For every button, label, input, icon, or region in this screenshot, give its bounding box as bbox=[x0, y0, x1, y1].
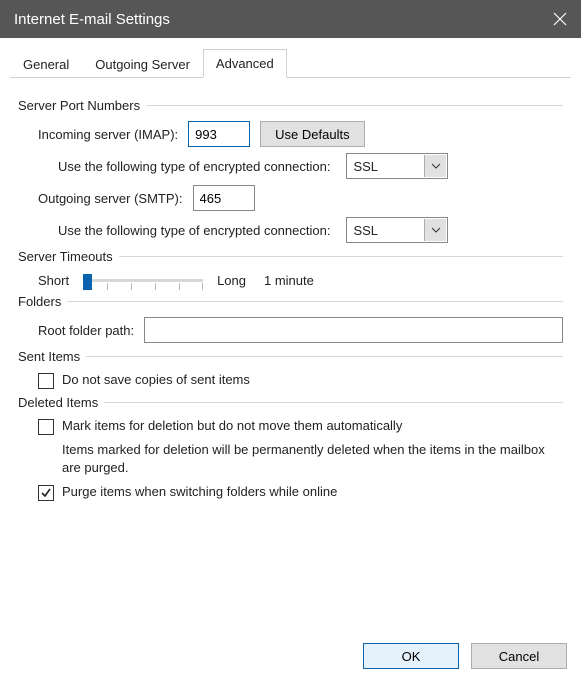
group-deleted-items: Deleted Items bbox=[18, 395, 563, 410]
group-label-text: Server Port Numbers bbox=[18, 98, 140, 113]
chevron-down-icon bbox=[424, 155, 446, 177]
tab-general[interactable]: General bbox=[10, 50, 82, 78]
tabstrip: General Outgoing Server Advanced bbox=[10, 48, 571, 78]
use-defaults-button[interactable]: Use Defaults bbox=[260, 121, 364, 147]
timeout-short-label: Short bbox=[38, 273, 69, 288]
outgoing-port-input[interactable] bbox=[193, 185, 255, 211]
timeout-long-label: Long bbox=[217, 273, 246, 288]
purge-checkbox[interactable] bbox=[38, 485, 54, 501]
timeout-slider[interactable] bbox=[83, 272, 203, 288]
tab-advanced[interactable]: Advanced bbox=[203, 49, 287, 78]
incoming-server-label: Incoming server (IMAP): bbox=[38, 127, 178, 142]
mark-for-deletion-checkbox[interactable] bbox=[38, 419, 54, 435]
group-server-timeouts: Server Timeouts bbox=[18, 249, 563, 264]
chevron-down-icon bbox=[424, 219, 446, 241]
outgoing-encryption-select[interactable]: SSL bbox=[346, 217, 448, 243]
incoming-encryption-value: SSL bbox=[353, 159, 378, 174]
root-folder-input[interactable] bbox=[144, 317, 563, 343]
incoming-encryption-label: Use the following type of encrypted conn… bbox=[58, 159, 330, 174]
purge-label: Purge items when switching folders while… bbox=[62, 484, 337, 499]
mark-for-deletion-label: Mark items for deletion but do not move … bbox=[62, 418, 402, 433]
outgoing-server-label: Outgoing server (SMTP): bbox=[38, 191, 183, 206]
group-sent-items: Sent Items bbox=[18, 349, 563, 364]
outgoing-encryption-value: SSL bbox=[353, 223, 378, 238]
do-not-save-label: Do not save copies of sent items bbox=[62, 372, 250, 387]
incoming-port-input[interactable] bbox=[188, 121, 250, 147]
group-server-port-numbers: Server Port Numbers bbox=[18, 98, 563, 113]
close-icon[interactable] bbox=[553, 12, 567, 26]
incoming-encryption-select[interactable]: SSL bbox=[346, 153, 448, 179]
group-label-text: Server Timeouts bbox=[18, 249, 113, 264]
group-label-text: Sent Items bbox=[18, 349, 80, 364]
tab-outgoing-server[interactable]: Outgoing Server bbox=[82, 50, 203, 78]
group-label-text: Deleted Items bbox=[18, 395, 98, 410]
outgoing-encryption-label: Use the following type of encrypted conn… bbox=[58, 223, 330, 238]
advanced-panel: Server Port Numbers Incoming server (IMA… bbox=[10, 78, 571, 515]
titlebar[interactable]: Internet E-mail Settings bbox=[0, 0, 581, 38]
timeout-value: 1 minute bbox=[264, 273, 314, 288]
deletion-hint: Items marked for deletion will be perman… bbox=[62, 441, 563, 476]
do-not-save-checkbox[interactable] bbox=[38, 373, 54, 389]
group-folders: Folders bbox=[18, 294, 563, 309]
root-folder-label: Root folder path: bbox=[38, 323, 134, 338]
window-title: Internet E-mail Settings bbox=[14, 11, 170, 28]
dialog-button-bar: OK Cancel bbox=[0, 643, 571, 669]
ok-button[interactable]: OK bbox=[363, 643, 459, 669]
cancel-button[interactable]: Cancel bbox=[471, 643, 567, 669]
group-label-text: Folders bbox=[18, 294, 61, 309]
